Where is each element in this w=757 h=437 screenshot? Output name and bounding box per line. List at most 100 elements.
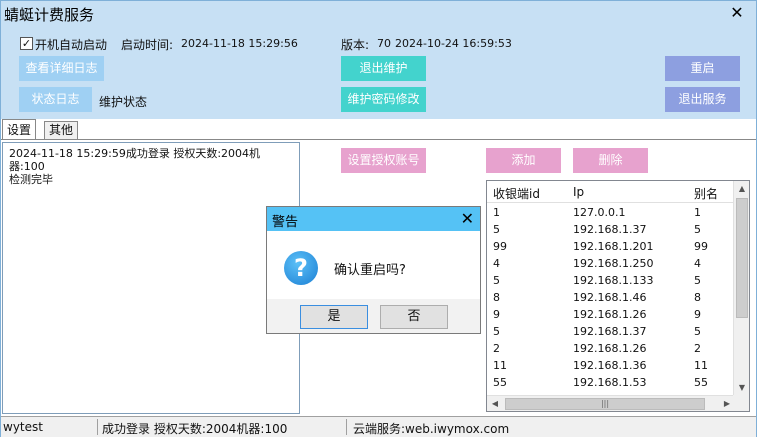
maintenance-status-label: 维护状态	[99, 95, 148, 109]
log-line: 检测完毕	[9, 173, 53, 186]
cell-alias: 5	[694, 274, 701, 287]
cell-id: 5	[493, 325, 500, 338]
scroll-down-icon[interactable]: ▼	[734, 380, 749, 396]
cell-alias: 99	[694, 240, 708, 253]
scroll-left-icon[interactable]: ◀	[487, 396, 503, 411]
scroll-corner	[733, 395, 749, 411]
status-user: wytest	[3, 420, 43, 434]
exit-service-button[interactable]: 退出服务	[665, 87, 740, 112]
cell-alias: 11	[694, 359, 708, 372]
title-bar: 蜻蜓计费服务 ✕	[1, 1, 756, 28]
table-row[interactable]: 55 192.168.1.53 55	[487, 374, 735, 391]
add-button[interactable]: 添加	[486, 148, 561, 173]
cell-alias: 8	[694, 291, 701, 304]
cell-id: 1	[493, 206, 500, 219]
client-list[interactable]: 收银端id Ip 别名 1 127.0.0.1 1 5 192.168.1.37 5 99 1…	[486, 180, 750, 412]
status-login-info: 成功登录 授权天数:2004机器:100	[102, 422, 288, 436]
cell-id: 99	[493, 240, 507, 253]
table-row[interactable]: 9 192.168.1.26 9	[487, 306, 735, 323]
cell-id: 4	[493, 257, 500, 270]
tab-other[interactable]: 其他	[44, 121, 79, 140]
cell-alias: 55	[694, 376, 708, 389]
warning-dialog: 警告 ✕ ? 确认重启吗? 是 否	[266, 206, 481, 334]
cell-id: 5	[493, 274, 500, 287]
cell-ip: 192.168.1.46	[573, 291, 647, 304]
table-row[interactable]: 5 192.168.1.37 5	[487, 323, 735, 340]
main-window: 蜻蜓计费服务 ✕ ✓ 开机自动启动 启动时间: 2024-11-18 15:29…	[0, 0, 757, 437]
dialog-title-bar: 警告 ✕	[267, 207, 480, 231]
version-date: 2024-10-24 16:59:53	[395, 37, 512, 50]
delete-button[interactable]: 删除	[573, 148, 648, 173]
dialog-body: ? 确认重启吗?	[267, 231, 480, 299]
table-row[interactable]: 11 192.168.1.36 11	[487, 357, 735, 374]
vertical-scrollbar[interactable]: ▲ ▼	[733, 181, 749, 396]
status-log-button[interactable]: 状态日志	[19, 87, 92, 112]
status-separator	[97, 419, 98, 435]
status-cloud-service: 云端服务:web.iwymox.com	[353, 422, 510, 436]
cell-alias: 1	[694, 206, 701, 219]
scroll-up-icon[interactable]: ▲	[734, 181, 749, 197]
window-title: 蜻蜓计费服务	[4, 6, 95, 24]
cell-alias: 4	[694, 257, 701, 270]
restart-button[interactable]: 重启	[665, 56, 740, 81]
table-row[interactable]: 1 127.0.0.1 1	[487, 204, 735, 221]
log-line: 2024-11-18 15:29:59成功登录 授权天数:2004机器:100	[9, 147, 261, 173]
table-row[interactable]: 5 192.168.1.37 5	[487, 221, 735, 238]
cell-ip: 192.168.1.53	[573, 376, 647, 389]
start-time-label: 启动时间:	[121, 38, 174, 52]
dialog-message: 确认重启吗?	[334, 263, 406, 278]
dialog-title: 警告	[272, 215, 299, 230]
start-time-value: 2024-11-18 15:29:56	[181, 37, 298, 50]
exit-maintenance-button[interactable]: 退出维护	[341, 56, 426, 81]
scroll-thumb[interactable]	[736, 198, 748, 318]
control-panel: ✓ 开机自动启动 启动时间: 2024-11-18 15:29:56 版本: 7…	[1, 28, 756, 119]
tab-strip: 设置 其他	[1, 119, 756, 140]
maintenance-password-button[interactable]: 维护密码修改	[341, 87, 426, 112]
cell-id: 9	[493, 308, 500, 321]
horizontal-scrollbar[interactable]: ◀ ||| ▶	[487, 395, 735, 411]
column-header-id[interactable]: 收银端id	[493, 185, 540, 202]
cell-id: 11	[493, 359, 507, 372]
table-row[interactable]: 99 192.168.1.201 99	[487, 238, 735, 255]
version-value: 70	[377, 37, 391, 50]
cell-ip: 192.168.1.36	[573, 359, 647, 372]
tab-settings[interactable]: 设置	[2, 119, 37, 140]
table-row[interactable]: 4 192.168.1.250 4	[487, 255, 735, 272]
dialog-close-icon[interactable]: ✕	[461, 209, 474, 228]
table-row[interactable]: 5 192.168.1.133 5	[487, 272, 735, 289]
view-log-button[interactable]: 查看详细日志	[19, 56, 104, 81]
scroll-thumb[interactable]: |||	[505, 398, 705, 410]
column-header-alias[interactable]: 别名	[694, 185, 718, 202]
cell-id: 5	[493, 223, 500, 236]
cell-ip: 127.0.0.1	[573, 206, 626, 219]
cell-id: 55	[493, 376, 507, 389]
table-row[interactable]: 8 192.168.1.46 8	[487, 289, 735, 306]
table-row[interactable]: 2 192.168.1.26 2	[487, 340, 735, 357]
close-icon[interactable]: ✕	[726, 3, 748, 23]
cell-alias: 5	[694, 325, 701, 338]
cell-ip: 192.168.1.26	[573, 342, 647, 355]
cell-alias: 2	[694, 342, 701, 355]
cell-ip: 192.168.1.37	[573, 325, 647, 338]
cell-ip: 192.168.1.26	[573, 308, 647, 321]
cell-ip: 192.168.1.37	[573, 223, 647, 236]
status-separator	[346, 419, 347, 435]
list-header: 收银端id Ip 别名	[487, 181, 735, 203]
autostart-checkbox[interactable]: ✓	[20, 37, 33, 50]
status-bar: wytest 成功登录 授权天数:2004机器:100 云端服务:web.iwy…	[1, 416, 756, 437]
cell-id: 2	[493, 342, 500, 355]
log-textbox[interactable]: 2024-11-18 15:29:59成功登录 授权天数:2004机器:100 …	[2, 142, 300, 414]
cell-ip: 192.168.1.133	[573, 274, 654, 287]
cell-ip: 192.168.1.250	[573, 257, 654, 270]
column-header-ip[interactable]: Ip	[573, 185, 584, 199]
set-auth-account-button[interactable]: 设置授权账号	[341, 148, 426, 173]
no-button[interactable]: 否	[380, 305, 448, 329]
cell-id: 8	[493, 291, 500, 304]
cell-alias: 5	[694, 223, 701, 236]
cell-ip: 192.168.1.201	[573, 240, 654, 253]
cell-alias: 9	[694, 308, 701, 321]
autostart-label: 开机自动启动	[35, 38, 108, 52]
question-icon: ?	[284, 251, 318, 285]
yes-button[interactable]: 是	[300, 305, 368, 329]
version-label: 版本:	[341, 38, 370, 52]
